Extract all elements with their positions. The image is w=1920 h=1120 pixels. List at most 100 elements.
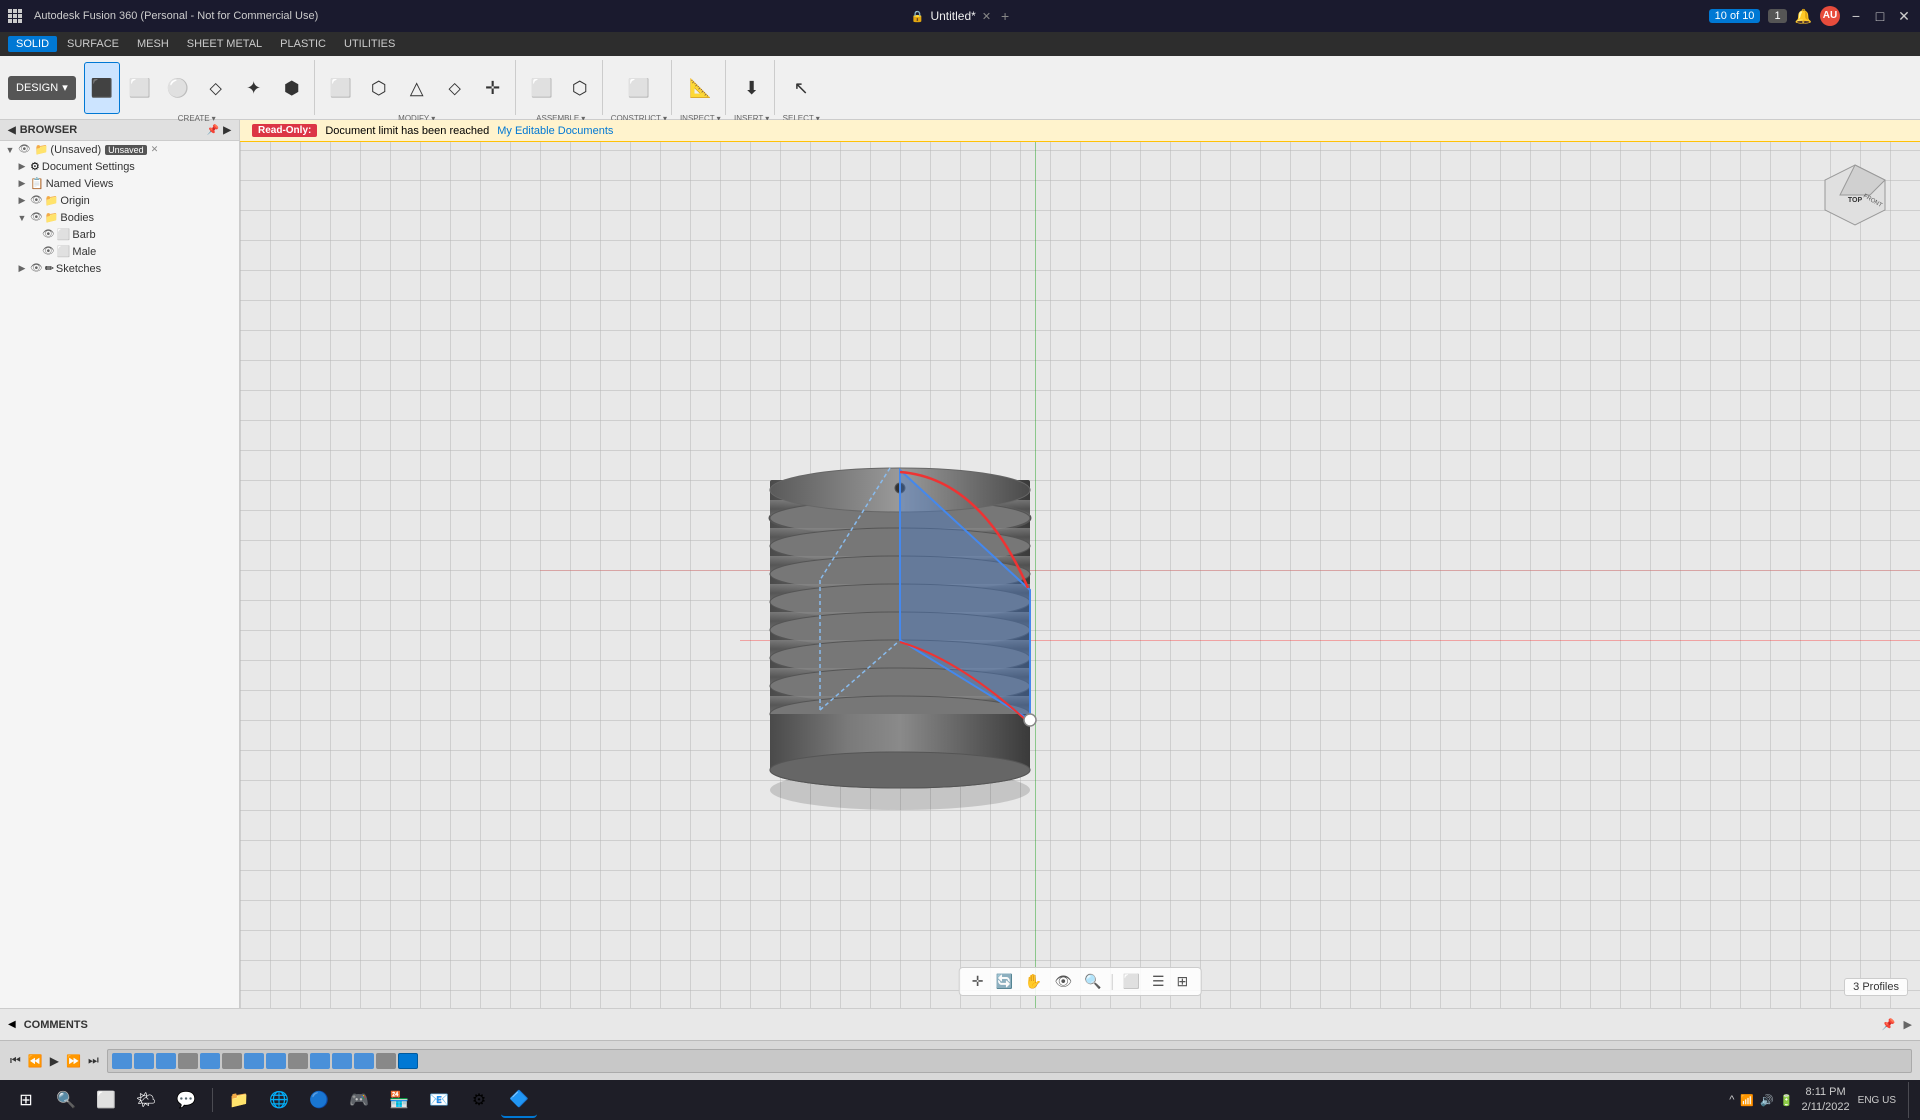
maximize-button[interactable]: □ xyxy=(1872,8,1888,24)
tl-item-9[interactable] xyxy=(288,1053,308,1069)
tool-extrude[interactable]: ⬜ xyxy=(122,62,158,114)
tool-loft[interactable]: ✦ xyxy=(236,62,272,114)
tree-item-bodies[interactable]: ▼ 👁 📁 Bodies xyxy=(0,209,239,226)
tl-item-10[interactable] xyxy=(310,1053,330,1069)
tool-select[interactable]: ↖ xyxy=(783,62,819,114)
nav-zoom-button[interactable]: 🔍 xyxy=(1080,971,1105,992)
taskbar-explorer-button[interactable]: 📁 xyxy=(221,1082,257,1118)
tool-new-component[interactable]: ⬛ xyxy=(84,62,120,114)
browser-collapse-arrow[interactable]: ◀ xyxy=(8,125,16,136)
tab-utilities[interactable]: UTILITIES xyxy=(336,36,403,52)
nav-cursor-button[interactable]: ✛ xyxy=(968,971,988,992)
nav-fit-button[interactable]: ⬜ xyxy=(1119,971,1144,992)
taskbar-start-button[interactable]: ⊞ xyxy=(8,1082,44,1118)
tree-item-named-views[interactable]: ▶ 📋 Named Views xyxy=(0,175,239,192)
tl-item-4[interactable] xyxy=(178,1053,198,1069)
browser-pin-icon[interactable]: 📌 xyxy=(207,125,219,136)
taskbar-taskview-button[interactable]: ⬜ xyxy=(88,1082,124,1118)
tl-item-14[interactable] xyxy=(398,1053,418,1069)
nav-orbit-button[interactable]: 🔄 xyxy=(991,971,1016,992)
design-dropdown[interactable]: DESIGN ▾ xyxy=(8,76,76,100)
close-tab-icon[interactable]: ✕ xyxy=(982,10,991,23)
taskbar-chat-button[interactable]: 💬 xyxy=(168,1082,204,1118)
tl-item-8[interactable] xyxy=(266,1053,286,1069)
tl-item-2[interactable] xyxy=(134,1053,154,1069)
tl-item-3[interactable] xyxy=(156,1053,176,1069)
tool-revolve[interactable]: ⚪ xyxy=(160,62,196,114)
taskbar-search-button[interactable]: 🔍 xyxy=(48,1082,84,1118)
tool-shell[interactable]: ⬦ xyxy=(437,62,473,114)
tab-sheet-metal[interactable]: SHEET METAL xyxy=(179,36,270,52)
tab-surface[interactable]: SURFACE xyxy=(59,36,127,52)
tool-as-built[interactable]: ⬡ xyxy=(562,62,598,114)
tool-fillet[interactable]: ⬡ xyxy=(361,62,397,114)
timeline-next[interactable]: ⏩ xyxy=(64,1052,83,1070)
tool-insert[interactable]: ⬇ xyxy=(734,62,770,114)
taskbar-chevron-icon[interactable]: ^ xyxy=(1729,1094,1734,1106)
notification-bell-icon[interactable]: 🔔 xyxy=(1795,8,1812,25)
tool-hole[interactable]: ⬢ xyxy=(274,62,310,114)
tl-item-6[interactable] xyxy=(222,1053,242,1069)
close-unsaved-icon[interactable]: ✕ xyxy=(151,144,159,155)
tree-item-doc-settings[interactable]: ▶ ⚙ Document Settings xyxy=(0,158,239,175)
tree-item-unsaved[interactable]: ▼ 👁 📁 (Unsaved) Unsaved ✕ xyxy=(0,141,239,158)
app-grid-icon[interactable] xyxy=(8,9,22,23)
timeline-prev[interactable]: ⏪ xyxy=(26,1052,45,1070)
tree-item-sketches[interactable]: ▶ 👁 ✏ Sketches xyxy=(0,260,239,277)
tree-item-origin[interactable]: ▶ 👁 📁 Origin xyxy=(0,192,239,209)
tl-item-11[interactable] xyxy=(332,1053,352,1069)
browser-expand-icon[interactable]: ▶ xyxy=(223,125,231,136)
comments-collapse-arrow[interactable]: ◀ xyxy=(8,1019,16,1030)
tree-item-barb[interactable]: 👁 ⬜ Barb xyxy=(0,226,239,243)
taskbar-settings-button[interactable]: ⚙ xyxy=(461,1082,497,1118)
editable-docs-link[interactable]: My Editable Documents xyxy=(497,125,613,137)
tool-construct-plane[interactable]: ⬜ xyxy=(621,62,657,114)
taskbar-edge-button[interactable]: 🔵 xyxy=(301,1082,337,1118)
taskbar-volume-icon[interactable]: 🔊 xyxy=(1760,1094,1774,1107)
nav-pan-button[interactable]: ✋ xyxy=(1021,971,1046,992)
timeline-end[interactable]: ⏭ xyxy=(86,1051,101,1070)
add-tab-button[interactable]: + xyxy=(1001,8,1009,24)
tl-item-1[interactable] xyxy=(112,1053,132,1069)
timeline-back-to-start[interactable]: ⏮ xyxy=(8,1051,23,1070)
tool-draft[interactable]: ✛ xyxy=(475,62,511,114)
tool-chamfer[interactable]: △ xyxy=(399,62,435,114)
tool-measure[interactable]: 📐 xyxy=(682,62,718,114)
taskbar-network-icon[interactable]: 📶 xyxy=(1740,1094,1754,1107)
viewcube-inner[interactable]: TOP FRONT xyxy=(1820,160,1890,230)
taskbar-games-button[interactable]: 🎮 xyxy=(341,1082,377,1118)
viewcube[interactable]: TOP FRONT xyxy=(1820,160,1900,240)
tab-mesh[interactable]: MESH xyxy=(129,36,177,52)
tool-sweep[interactable]: ⬦ xyxy=(198,62,234,114)
close-button[interactable]: ✕ xyxy=(1896,8,1912,24)
notification-bell-badge[interactable]: 1 xyxy=(1768,9,1786,23)
nav-look-button[interactable]: 👁 xyxy=(1050,971,1076,992)
taskbar-fusion-button[interactable]: 🔷 xyxy=(501,1082,537,1118)
taskbar-mail-button[interactable]: 📧 xyxy=(421,1082,457,1118)
tl-item-7[interactable] xyxy=(244,1053,264,1069)
nav-display-button[interactable]: ☰ xyxy=(1148,971,1169,992)
tl-item-12[interactable] xyxy=(354,1053,374,1069)
expand-icon-origin: ▶ xyxy=(16,195,28,206)
tool-press-pull[interactable]: ⬜ xyxy=(323,62,359,114)
tl-item-5[interactable] xyxy=(200,1053,220,1069)
taskbar-widgets-button[interactable]: 🌤 xyxy=(128,1082,164,1118)
taskbar-show-desktop[interactable] xyxy=(1908,1082,1912,1118)
comments-pin-icon[interactable]: 📌 xyxy=(1882,1018,1896,1031)
tree-item-male[interactable]: 👁 ⬜ Male xyxy=(0,243,239,260)
timeline-track[interactable] xyxy=(107,1049,1912,1073)
tab-solid[interactable]: SOLID xyxy=(8,36,57,52)
minimize-button[interactable]: − xyxy=(1848,8,1864,24)
tab-plastic[interactable]: PLASTIC xyxy=(272,36,334,52)
timeline-play[interactable]: ▶ xyxy=(48,1052,61,1070)
taskbar-clock[interactable]: 8:11 PM 2/11/2022 xyxy=(1802,1085,1850,1116)
tool-joint[interactable]: ⬜ xyxy=(524,62,560,114)
user-avatar[interactable]: AU xyxy=(1820,6,1840,26)
viewport[interactable]: Read-Only: Document limit has been reach… xyxy=(240,120,1920,1008)
nav-grid-button[interactable]: ⊞ xyxy=(1173,971,1193,992)
taskbar-store-button[interactable]: 🏪 xyxy=(381,1082,417,1118)
tl-item-13[interactable] xyxy=(376,1053,396,1069)
taskbar-chrome-button[interactable]: 🌐 xyxy=(261,1082,297,1118)
comments-expand-icon[interactable]: ▶ xyxy=(1904,1018,1912,1031)
taskbar-battery-icon[interactable]: 🔋 xyxy=(1780,1094,1794,1107)
